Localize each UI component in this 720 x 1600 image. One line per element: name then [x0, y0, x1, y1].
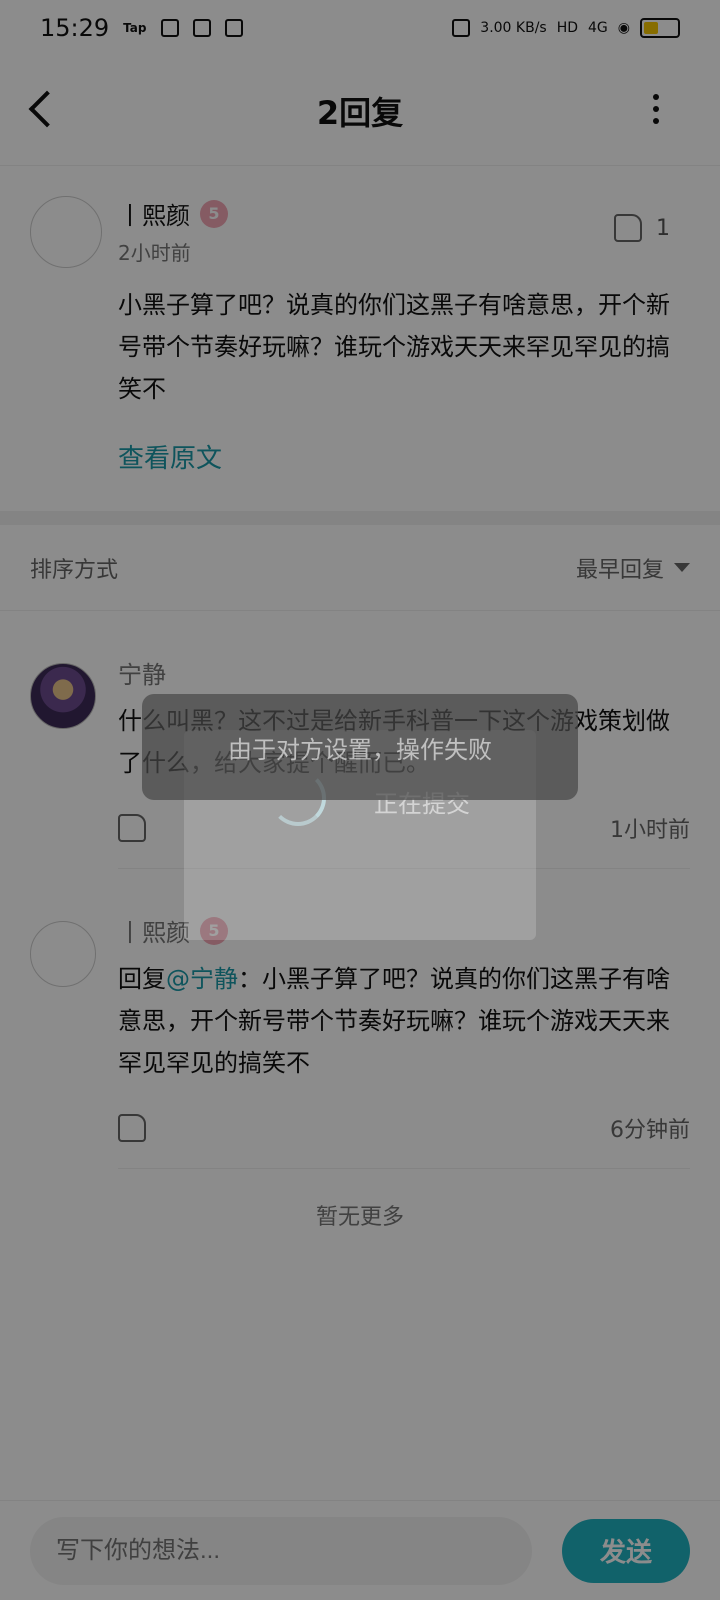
main-post: 丨熙颜 5 2小时前 1 小黑子算了吧？说真的你们这黑子有啥意思，开个新号带个节…: [0, 166, 720, 511]
reply-prefix: 回复: [118, 965, 166, 993]
status-left: 15:29 Tap: [40, 14, 243, 42]
avatar[interactable]: [30, 196, 102, 268]
section-divider: [0, 511, 720, 525]
battery-saver-icon: [160, 19, 179, 37]
thumbs-up-icon: [614, 214, 642, 242]
battery-icon: [640, 18, 680, 38]
view-original-link[interactable]: 查看原文: [118, 438, 222, 475]
post-header: 丨熙颜 5 2小时前: [118, 196, 690, 266]
toast-message: 由于对方设置，操作失败: [142, 694, 578, 800]
hd-icon: HD: [556, 20, 579, 36]
post-time: 2小时前: [118, 241, 191, 265]
sort-bar: 排序方式 最早回复: [0, 525, 720, 611]
thumbs-up-icon[interactable]: [118, 814, 146, 842]
comment-input[interactable]: [30, 1516, 532, 1585]
status-bar: 15:29 Tap 3.00 KB/s HD 4G ◉: [0, 0, 720, 56]
comment-text: 回复@宁静：小黑子算了吧？说真的你们这黑子有啥意思，开个新号带个节奏好玩嘛？谁玩…: [118, 958, 690, 1084]
comment-divider: [118, 1168, 690, 1169]
sort-value: 最早回复: [575, 557, 664, 583]
bottom-bar: 发送: [0, 1500, 720, 1600]
comment-time: 6分钟前: [610, 1118, 690, 1143]
reply-mention[interactable]: @宁静: [166, 965, 238, 993]
comment-username[interactable]: 丨熙颜: [118, 913, 190, 948]
post-text: 小黑子算了吧？说真的你们这黑子有啥意思，开个新号带个节奏好玩嘛？谁玩个游戏天天来…: [118, 291, 670, 403]
avatar[interactable]: [30, 921, 96, 987]
sort-label: 排序方式: [30, 557, 119, 583]
mail-icon: [192, 19, 211, 37]
post-like-button[interactable]: 1: [614, 214, 670, 242]
thumbs-up-icon[interactable]: [118, 1114, 146, 1142]
post-username[interactable]: 丨熙颜: [118, 196, 190, 231]
no-more-text: 暂无更多: [315, 1205, 404, 1230]
comment-username[interactable]: 宁静: [118, 655, 166, 690]
sort-dropdown[interactable]: 最早回复: [576, 552, 690, 584]
avatar[interactable]: [30, 663, 96, 729]
status-time: 15:29: [40, 14, 110, 42]
vibrate-icon: [452, 19, 471, 37]
wechat-icon: [224, 19, 243, 37]
send-button[interactable]: 发送: [562, 1518, 690, 1583]
wifi-icon: ◉: [617, 20, 630, 36]
post-like-count: 1: [656, 215, 670, 241]
caret-down-icon: [674, 563, 690, 572]
level-badge-icon: 5: [200, 199, 228, 228]
page-header: 2回复: [0, 56, 720, 166]
back-arrow-icon[interactable]: [28, 90, 66, 128]
more-options-icon[interactable]: [652, 94, 660, 124]
status-right: 3.00 KB/s HD 4G ◉: [452, 18, 680, 38]
network-icon: 4G: [588, 20, 608, 36]
tap-icon: Tap: [123, 21, 147, 35]
comment-time: 1小时前: [610, 818, 690, 843]
net-speed: 3.00 KB/s: [480, 20, 547, 36]
page-title: 2回复: [316, 93, 404, 132]
